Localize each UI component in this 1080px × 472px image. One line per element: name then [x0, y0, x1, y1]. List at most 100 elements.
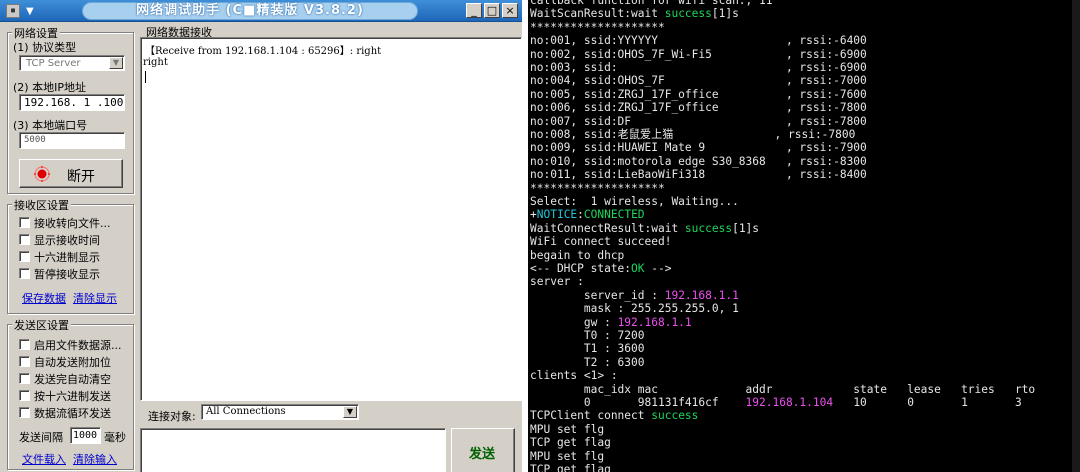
local-port-input[interactable]: 5000	[19, 132, 125, 149]
local-port-label: (3) 本地端口号	[13, 119, 88, 132]
terminal-segment: clients <1> :	[530, 369, 618, 383]
terminal-line: no:006, ssid:ZRGJ_17F_office , rssi:-780…	[530, 101, 867, 114]
minimize-button[interactable]: _	[466, 3, 482, 18]
disconnect-label: 断开	[67, 169, 95, 185]
terminal-segment: ********************	[530, 181, 665, 195]
send-option-label: 按十六进制发送	[34, 390, 111, 403]
terminal-segment: Select: 1 wireless, Waiting...	[530, 195, 739, 208]
terminal-line: WaitScanResult:wait success[1]s	[530, 7, 739, 20]
checkbox[interactable]	[19, 339, 30, 350]
system-menu[interactable]: ▪ ▼	[2, 2, 72, 20]
terminal-segment: MPU set flg	[530, 422, 605, 436]
checkbox[interactable]	[19, 251, 30, 262]
send-option-label: 自动发送附加位	[34, 356, 111, 369]
app-icon: ▪	[6, 4, 20, 18]
send-button-label: 发送	[469, 447, 496, 462]
checkbox[interactable]	[19, 268, 30, 279]
terminal-segment: WaitScanResult:wait	[530, 7, 665, 21]
chevron-down-icon[interactable]: ▼	[343, 406, 357, 418]
connect-target-value: All Connections	[206, 406, 286, 417]
terminal-segment: WiFi connect succeed!	[530, 235, 672, 249]
terminal-segment: TCP get flag	[530, 436, 611, 450]
protocol-type-value: TCP Server	[26, 58, 81, 69]
terminal-line: callback function for wifi scan:, 11	[530, 0, 772, 7]
clear-input-link[interactable]: 清除输入	[73, 451, 117, 467]
checkbox[interactable]	[19, 217, 30, 228]
title-bar[interactable]: ▪ ▼ 网络调试助手 (C■精装版 V3.8.2) _ □ ×	[0, 0, 522, 22]
terminal-segment: <-- DHCP state:	[530, 262, 632, 275]
terminal-segment: T2 : 6300	[530, 355, 645, 369]
disconnect-button[interactable]: 断开	[19, 159, 123, 188]
send-interval-input[interactable]: 1000	[70, 427, 101, 444]
checkbox[interactable]	[19, 356, 30, 367]
terminal-segment: WaitConnectResult:wait	[530, 221, 685, 235]
checkbox[interactable]	[19, 373, 30, 384]
maximize-button[interactable]: □	[484, 3, 500, 18]
terminal-segment: T0 : 7200	[530, 329, 645, 342]
terminal-segment: no:005, ssid:ZRGJ_17F_office , rssi:-760…	[530, 87, 867, 101]
terminal-segment: no:008, ssid:老鼠爱上猫 , rssi:-7800	[530, 128, 856, 141]
send-option-label: 数据流循环发送	[34, 407, 111, 420]
checkbox[interactable]	[19, 234, 30, 245]
terminal-line: no:010, ssid:motorola edge S30_8368 , rs…	[530, 155, 867, 168]
local-port-value: 5000	[24, 135, 46, 145]
terminal-segment: no:001, ssid:YYYYYY , rssi:-6400	[530, 34, 867, 48]
terminal-segment: no:004, ssid:OHOS_7F , rssi:-7000	[530, 74, 867, 88]
receive-option-label: 接收转向文件...	[34, 217, 111, 230]
terminal-segment: mac_idx mac addr state lease tries rto	[530, 382, 1036, 396]
receive-option-label: 暂停接收显示	[34, 268, 100, 281]
terminal-line: ********************	[530, 21, 665, 34]
send-textarea[interactable]	[140, 428, 446, 472]
protocol-type-select[interactable]: TCP Server ▼	[19, 55, 125, 71]
close-button[interactable]: ×	[502, 3, 518, 18]
terminal-line: T2 : 6300	[530, 356, 645, 369]
send-interval-label: 发送间隔	[19, 431, 63, 444]
terminal-segment: +	[530, 208, 537, 222]
save-data-link[interactable]: 保存数据	[22, 290, 66, 306]
network-debug-window: ▪ ▼ 网络调试助手 (C■精装版 V3.8.2) _ □ × 网络设置 (1)…	[0, 0, 522, 472]
send-interval-value: 1000	[73, 430, 98, 441]
terminal-line: mask : 255.255.255.0, 1	[530, 302, 739, 315]
terminal-segment: :	[577, 208, 584, 222]
send-button[interactable]: 发送	[451, 428, 515, 472]
load-file-link[interactable]: 文件载入	[22, 451, 66, 467]
connect-target-select[interactable]: All Connections ▼	[201, 404, 359, 420]
checkbox[interactable]	[19, 390, 30, 401]
terminal-segment: 192.168.1.1	[664, 288, 739, 302]
terminal-segment: 192.168.1.104	[745, 396, 834, 409]
terminal-scrollbar[interactable]	[1072, 0, 1080, 472]
terminal-segment: success	[651, 409, 699, 423]
terminal-line: no:009, ssid:HUAWEI Mate 9 , rssi:-7900	[530, 141, 867, 154]
receive-line: right	[143, 57, 168, 68]
receive-settings-title: 接收区设置	[12, 197, 71, 213]
local-ip-value: 192.168. 1 .100	[24, 96, 124, 109]
clear-display-link[interactable]: 清除显示	[73, 290, 117, 306]
terminal-line: +NOTICE:CONNECTED	[530, 208, 645, 221]
terminal-segment: mask : 255.255.255.0, 1	[530, 302, 739, 316]
terminal-line: T1 : 3600	[530, 342, 645, 355]
system-menu-arrow-icon[interactable]: ▼	[26, 6, 34, 17]
terminal-line: TCP get flag	[530, 436, 611, 449]
receive-textarea[interactable]: 【Receive from 192.168.1.104 : 65296】: ri…	[140, 37, 522, 401]
receive-line: 【Receive from 192.168.1.104 : 65296】: ri…	[145, 46, 382, 57]
terminal-segment: NOTICE	[536, 208, 578, 222]
terminal-segment: server_id :	[530, 288, 665, 302]
terminal-segment: server :	[530, 275, 584, 289]
receive-option-label: 显示接收时间	[34, 234, 100, 247]
send-settings-title: 发送区设置	[12, 317, 71, 333]
checkbox[interactable]	[19, 407, 30, 418]
serial-terminal[interactable]: callback function for wifi scan:, 11 Wait…	[528, 0, 1080, 472]
chevron-down-icon[interactable]: ▼	[109, 57, 123, 69]
terminal-segment: T1 : 3600	[530, 342, 645, 356]
terminal-line: MPU set flg	[530, 450, 604, 463]
terminal-line: gw : 192.168.1.1	[530, 316, 692, 329]
local-ip-input[interactable]: 192.168. 1 .100	[19, 94, 125, 111]
terminal-segment: callback function for wifi scan:, 11	[530, 0, 773, 7]
terminal-line: WiFi connect succeed!	[530, 235, 671, 248]
terminal-segment: -->	[644, 262, 672, 275]
terminal-segment: success	[664, 7, 712, 21]
protocol-type-label: (1) 协议类型	[13, 41, 77, 54]
terminal-segment: CONNECTED	[583, 208, 645, 222]
terminal-line: mac_idx mac addr state lease tries rto	[530, 383, 1035, 396]
terminal-line: server_id : 192.168.1.1	[530, 289, 739, 302]
